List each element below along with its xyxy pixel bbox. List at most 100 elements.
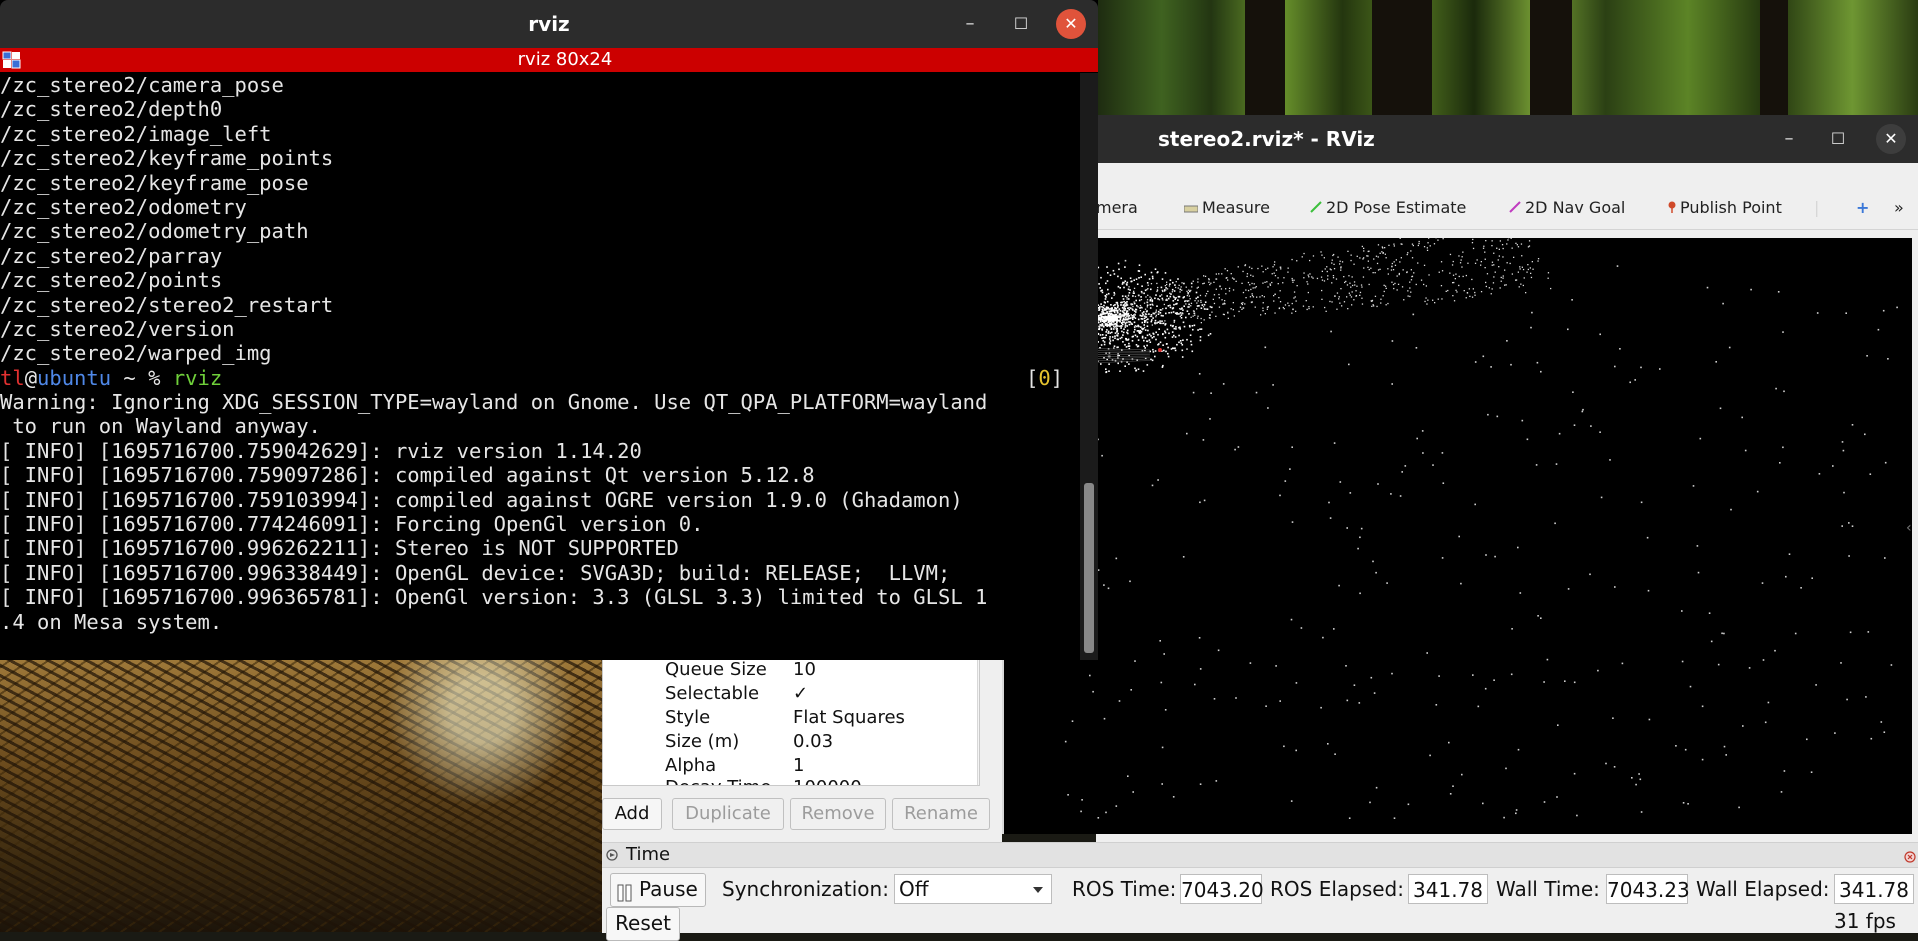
tree-trunk: [1245, 0, 1285, 120]
pause-icon: [617, 880, 633, 910]
ros-time-field[interactable]: 7043.20: [1180, 874, 1262, 904]
sync-value: Off: [899, 877, 929, 901]
remove-button[interactable]: Remove: [790, 798, 886, 830]
properties-tree[interactable]: Queue Size 10 Selectable ✓ Style Flat Sq…: [602, 658, 980, 786]
property-row[interactable]: Decay Time 100000: [603, 777, 979, 786]
maximize-icon[interactable]: ☐: [1823, 124, 1853, 154]
time-panel-header[interactable]: Time: [602, 843, 1918, 868]
ruler-icon: [1184, 187, 1198, 229]
time-panel: Time Pause Synchronization: Off ROS Time…: [602, 842, 1918, 933]
terminal-titlebar[interactable]: rviz – ☐ ✕: [0, 0, 1098, 48]
terminal-line: [ INFO] [1695716700.759042629]: rviz ver…: [0, 439, 1080, 463]
sync-dropdown[interactable]: Off: [894, 874, 1052, 904]
toolbar-separator: |: [1814, 187, 1819, 229]
terminal-line: [ INFO] [1695716700.996338449]: OpenGL d…: [0, 561, 1080, 585]
ros-time-label: ROS Time:: [1072, 873, 1176, 905]
terminal-window: rviz – ☐ ✕ rviz 80x24 /zc_stereo2/camera…: [0, 0, 1098, 660]
property-name: Style: [665, 707, 710, 728]
nav-arrow-icon: [1509, 187, 1521, 229]
property-value[interactable]: 100000: [793, 777, 862, 786]
scrollbar-thumb[interactable]: [1084, 483, 1094, 653]
property-name: Alpha: [665, 755, 716, 776]
fps-readout: 31 fps: [1834, 905, 1896, 937]
prompt-at: @: [25, 366, 37, 390]
property-row[interactable]: Style Flat Squares: [603, 707, 979, 731]
terminal-scrollbar[interactable]: [1080, 73, 1098, 660]
wall-elapsed-field[interactable]: 341.78: [1834, 874, 1914, 904]
tree-trunk: [1530, 0, 1572, 120]
map-pin-icon: [1668, 187, 1676, 229]
property-row[interactable]: Size (m) 0.03: [603, 731, 979, 755]
tool-measure[interactable]: Measure: [1184, 187, 1270, 229]
minimize-icon[interactable]: –: [955, 9, 985, 39]
terminal-line: /zc_stereo2/depth0: [0, 97, 1080, 121]
terminal-line: to run on Wayland anyway.: [0, 414, 1080, 438]
property-value[interactable]: 10: [793, 659, 816, 680]
terminal-line: /zc_stereo2/stereo2_restart: [0, 293, 1080, 317]
terminal-line: /zc_stereo2/points: [0, 268, 1080, 292]
pause-button[interactable]: Pause: [610, 873, 706, 907]
add-tool-icon[interactable]: +: [1856, 187, 1869, 229]
property-row[interactable]: Selectable ✓: [603, 683, 979, 707]
property-value[interactable]: 1: [793, 755, 804, 776]
terminal-line: [ INFO] [1695716700.759097286]: compiled…: [0, 463, 1080, 487]
prompt-host: ubuntu: [37, 366, 111, 390]
tool-2d-pose-estimate[interactable]: 2D Pose Estimate: [1310, 187, 1466, 229]
property-name: Decay Time: [665, 777, 771, 786]
terminal-line: /zc_stereo2/camera_pose: [0, 73, 1080, 97]
tool-interact-camera[interactable]: mera: [1096, 187, 1138, 229]
pose-arrow-icon: [1310, 187, 1322, 229]
time-panel-title: Time: [626, 843, 670, 867]
tool-publish-point[interactable]: Publish Point: [1668, 187, 1782, 229]
property-value[interactable]: Flat Squares: [793, 707, 905, 728]
tree-trunk: [1760, 0, 1788, 120]
property-row[interactable]: Queue Size 10: [603, 659, 979, 683]
tab-label: rviz 80x24: [0, 48, 1130, 72]
rename-button[interactable]: Rename: [892, 798, 990, 830]
ros-elapsed-label: ROS Elapsed:: [1270, 873, 1404, 905]
menubar: [1096, 163, 1918, 187]
window-title: rviz: [0, 0, 1098, 48]
prompt-line: tl@ubuntu ~ % rviz[0]: [0, 366, 1080, 390]
3d-render-view[interactable]: [1000, 238, 1912, 834]
terminal-output[interactable]: /zc_stereo2/camera_pose /zc_stereo2/dept…: [0, 73, 1080, 660]
terminal-line: [ INFO] [1695716700.759103994]: compiled…: [0, 488, 1080, 512]
close-icon[interactable]: ✕: [1056, 9, 1086, 39]
tool-2d-nav-goal[interactable]: 2D Nav Goal: [1509, 187, 1625, 229]
terminal-line: /zc_stereo2/odometry_path: [0, 219, 1080, 243]
wall-time-label: Wall Time:: [1496, 873, 1600, 905]
ros-elapsed-field[interactable]: 341.78: [1408, 874, 1488, 904]
terminal-tab[interactable]: rviz 80x24: [0, 48, 1098, 72]
reset-button[interactable]: Reset: [606, 907, 680, 941]
close-icon[interactable]: ✕: [1876, 124, 1906, 154]
displays-panel: Queue Size 10 Selectable ✓ Style Flat Sq…: [602, 658, 1002, 843]
selectable-checkbox[interactable]: ✓: [793, 683, 808, 704]
property-row[interactable]: Alpha 1: [603, 755, 979, 779]
terminal-line: [ INFO] [1695716700.996262211]: Stereo i…: [0, 536, 1080, 560]
terminal-line: /zc_stereo2/keyframe_points: [0, 146, 1080, 170]
tools-toolbar: mera Measure 2D Pose Estimate 2D Nav Goa…: [1096, 187, 1918, 230]
add-button[interactable]: Add: [602, 798, 662, 830]
collapse-handle-icon[interactable]: ‹: [1906, 520, 1912, 536]
toolbar-overflow-icon[interactable]: »: [1894, 187, 1904, 229]
terminal-line: /zc_stereo2/keyframe_pose: [0, 171, 1080, 195]
properties-scrollbar[interactable]: [977, 659, 980, 785]
collapse-panel-icon[interactable]: [606, 846, 618, 865]
prompt-path: ~ %: [111, 366, 173, 390]
prompt-command: rviz: [173, 366, 222, 390]
property-value[interactable]: 0.03: [793, 731, 833, 752]
tool-label: Measure: [1202, 198, 1270, 217]
pause-label: Pause: [639, 874, 698, 904]
rviz-titlebar[interactable]: stereo2.rviz* - RViz – ☐ ✕: [1096, 115, 1918, 163]
minimize-icon[interactable]: –: [1774, 124, 1804, 154]
maximize-icon[interactable]: ☐: [1006, 9, 1036, 39]
wall-time-field[interactable]: 7043.23: [1606, 874, 1688, 904]
terminal-line: [ INFO] [1695716700.996365781]: OpenGl v…: [0, 585, 1080, 609]
point-cloud: [1000, 238, 1912, 834]
duplicate-button[interactable]: Duplicate: [672, 798, 784, 830]
property-name: Selectable: [665, 683, 759, 704]
close-panel-icon[interactable]: [1904, 848, 1916, 867]
job-indicator: [0]: [1026, 366, 1063, 390]
ground-wallpaper: [0, 655, 602, 932]
tree-trunk: [1372, 0, 1432, 120]
